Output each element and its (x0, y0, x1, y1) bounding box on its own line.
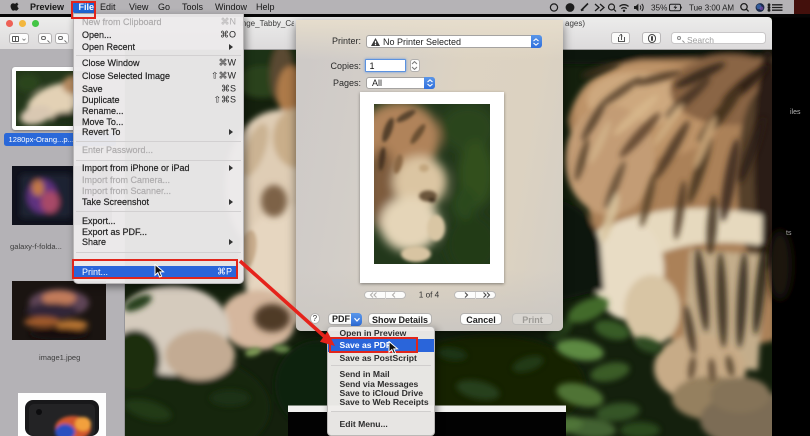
svg-text:iles: iles (790, 109, 801, 116)
svg-text:ts: ts (786, 230, 792, 237)
svg-text:35%: 35% (651, 3, 667, 12)
svg-text:Tue 3:00 AM: Tue 3:00 AM (689, 3, 734, 12)
